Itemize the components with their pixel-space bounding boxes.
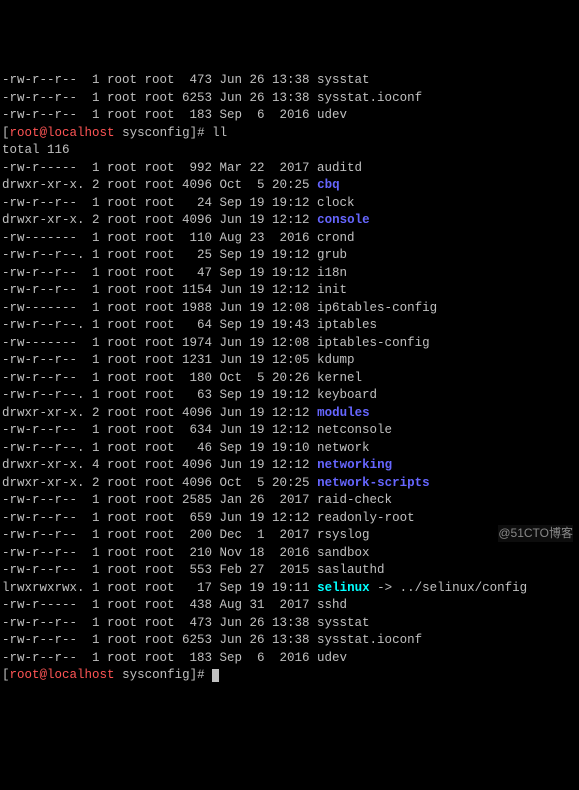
file-row: -rw-r--r-- 1 root root 183 Sep 6 2016 ud… <box>2 650 577 668</box>
file-row: -rw-r--r--. 1 root root 63 Sep 19 19:12 … <box>2 387 577 405</box>
file-row: -rw-r--r-- 1 root root 6253 Jun 26 13:38… <box>2 90 577 108</box>
file-row: -rw-r--r-- 1 root root 2585 Jan 26 2017 … <box>2 492 577 510</box>
file-row: -rw------- 1 root root 1988 Jun 19 12:08… <box>2 300 577 318</box>
file-row: drwxr-xr-x. 4 root root 4096 Jun 19 12:1… <box>2 457 577 475</box>
file-row: -rw-r--r-- 1 root root 473 Jun 26 13:38 … <box>2 615 577 633</box>
file-row: -rw-r--r-- 1 root root 180 Oct 5 20:26 k… <box>2 370 577 388</box>
file-row: -rw-r--r-- 1 root root 1154 Jun 19 12:12… <box>2 282 577 300</box>
command-prompt[interactable]: [root@localhost sysconfig]# ll <box>2 125 577 143</box>
file-row: -rw-r--r--. 1 root root 46 Sep 19 19:10 … <box>2 440 577 458</box>
file-row: -rw-r--r--. 1 root root 25 Sep 19 19:12 … <box>2 247 577 265</box>
command-prompt[interactable]: [root@localhost sysconfig]# <box>2 667 577 685</box>
file-row: drwxr-xr-x. 2 root root 4096 Oct 5 20:25… <box>2 475 577 493</box>
file-row: -rw-r--r-- 1 root root 473 Jun 26 13:38 … <box>2 72 577 90</box>
file-row: -rw-r--r-- 1 root root 200 Dec 1 2017 rs… <box>2 527 577 545</box>
watermark: @51CTO博客 <box>498 525 573 543</box>
file-row: drwxr-xr-x. 2 root root 4096 Oct 5 20:25… <box>2 177 577 195</box>
file-row: drwxr-xr-x. 2 root root 4096 Jun 19 12:1… <box>2 405 577 423</box>
file-row: -rw------- 1 root root 110 Aug 23 2016 c… <box>2 230 577 248</box>
terminal-output: -rw-r--r-- 1 root root 473 Jun 26 13:38 … <box>2 72 577 685</box>
file-row: -rw-r--r-- 1 root root 659 Jun 19 12:12 … <box>2 510 577 528</box>
file-row: lrwxrwxrwx. 1 root root 17 Sep 19 19:11 … <box>2 580 577 598</box>
file-row: drwxr-xr-x. 2 root root 4096 Jun 19 12:1… <box>2 212 577 230</box>
file-row: -rw-r--r-- 1 root root 47 Sep 19 19:12 i… <box>2 265 577 283</box>
file-row: -rw-r--r-- 1 root root 1231 Jun 19 12:05… <box>2 352 577 370</box>
file-row: -rw-r----- 1 root root 992 Mar 22 2017 a… <box>2 160 577 178</box>
file-row: -rw-r--r-- 1 root root 183 Sep 6 2016 ud… <box>2 107 577 125</box>
file-row: -rw-r--r-- 1 root root 6253 Jun 26 13:38… <box>2 632 577 650</box>
file-row: -rw-r----- 1 root root 438 Aug 31 2017 s… <box>2 597 577 615</box>
file-row: -rw-r--r-- 1 root root 24 Sep 19 19:12 c… <box>2 195 577 213</box>
total-line: total 116 <box>2 142 577 160</box>
file-row: -rw-r--r-- 1 root root 634 Jun 19 12:12 … <box>2 422 577 440</box>
file-row: -rw-r--r-- 1 root root 210 Nov 18 2016 s… <box>2 545 577 563</box>
cursor <box>212 669 219 682</box>
file-row: -rw-r--r--. 1 root root 64 Sep 19 19:43 … <box>2 317 577 335</box>
file-row: -rw------- 1 root root 1974 Jun 19 12:08… <box>2 335 577 353</box>
file-row: -rw-r--r-- 1 root root 553 Feb 27 2015 s… <box>2 562 577 580</box>
